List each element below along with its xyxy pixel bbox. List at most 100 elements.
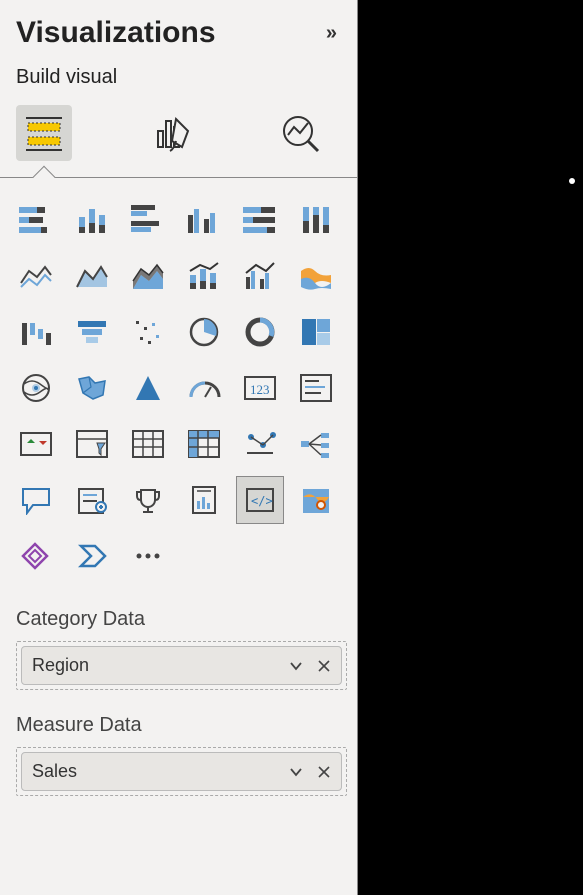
report-canvas-area <box>358 0 583 895</box>
tab-build-visual[interactable] <box>16 105 72 161</box>
stacked-area-icon <box>131 261 165 291</box>
viz-line-chart[interactable] <box>12 252 60 300</box>
category-data-well[interactable]: Region <box>16 641 347 690</box>
viz-donut-chart[interactable] <box>236 308 284 356</box>
build-visual-icon <box>22 111 66 155</box>
viz-stacked-column-chart[interactable] <box>68 196 116 244</box>
viz-paginated-report[interactable] <box>180 476 228 524</box>
azure-map-icon <box>132 372 164 404</box>
goals-icon <box>131 484 165 516</box>
measure-field-name: Sales <box>32 761 77 782</box>
viz-treemap-chart[interactable] <box>292 308 340 356</box>
remove-field-button[interactable] <box>317 659 331 673</box>
viz-line-clustered-column-chart[interactable] <box>236 252 284 300</box>
waterfall-icon <box>20 317 52 347</box>
chevron-down-icon[interactable] <box>289 765 303 779</box>
viz-table[interactable] <box>124 420 172 468</box>
100-stacked-bar-icon <box>243 205 277 235</box>
viz-qa[interactable] <box>12 476 60 524</box>
viz-azure-map[interactable] <box>124 364 172 412</box>
svg-text:</>: </> <box>251 494 273 508</box>
viz-funnel-chart[interactable] <box>68 308 116 356</box>
gauge-icon <box>187 373 221 403</box>
viz-ribbon-chart[interactable] <box>292 252 340 300</box>
viz-filled-map[interactable] <box>68 364 116 412</box>
paginated-report-icon <box>187 485 221 515</box>
viz-clustered-column-chart[interactable] <box>180 196 228 244</box>
clustered-bar-icon <box>131 205 165 235</box>
arcgis-icon <box>299 485 333 515</box>
category-field-name: Region <box>32 655 89 676</box>
visual-type-grid: 123 <box>0 178 357 590</box>
visualizations-panel: Visualizations » Build visual <box>0 0 358 895</box>
viz-kpi[interactable] <box>12 420 60 468</box>
measure-field-chip[interactable]: Sales <box>21 752 342 791</box>
viz-100-stacked-column-chart[interactable] <box>292 196 340 244</box>
viz-multi-row-card[interactable] <box>292 364 340 412</box>
viz-r-script-visual[interactable] <box>236 420 284 468</box>
viz-clustered-bar-chart[interactable] <box>124 196 172 244</box>
ribbon-chart-icon <box>299 261 333 291</box>
format-visual-icon <box>150 111 194 155</box>
panel-title: Visualizations <box>16 16 216 50</box>
chevron-down-icon[interactable] <box>289 659 303 673</box>
viz-card[interactable]: 123 <box>236 364 284 412</box>
r-visual-icon <box>243 429 277 459</box>
tab-analytics[interactable] <box>272 105 328 161</box>
measure-data-well[interactable]: Sales <box>16 747 347 796</box>
card-icon: 123 <box>243 373 277 403</box>
viz-smart-narrative[interactable] <box>68 476 116 524</box>
decomposition-tree-icon <box>299 429 333 459</box>
table-icon <box>131 429 165 459</box>
viz-power-automate[interactable] <box>68 532 116 580</box>
viz-goals[interactable] <box>124 476 172 524</box>
category-field-chip[interactable]: Region <box>21 646 342 685</box>
line-clustered-column-icon <box>244 261 276 291</box>
viz-more-visuals[interactable] <box>124 532 172 580</box>
panel-header: Visualizations » <box>0 0 357 58</box>
viz-pie-chart[interactable] <box>180 308 228 356</box>
100-stacked-column-icon <box>301 205 331 235</box>
map-icon <box>20 372 52 404</box>
analytics-icon <box>278 111 322 155</box>
qa-icon <box>19 485 53 515</box>
svg-text:123: 123 <box>250 382 270 397</box>
power-automate-icon <box>75 540 109 572</box>
viz-slicer[interactable] <box>68 420 116 468</box>
collapse-panel-button[interactable]: » <box>322 18 341 49</box>
viz-line-stacked-column-chart[interactable] <box>180 252 228 300</box>
power-apps-icon <box>19 540 53 572</box>
donut-icon <box>244 316 276 348</box>
measure-data-label: Measure Data <box>16 714 347 737</box>
category-data-section: Category Data Region <box>0 590 357 696</box>
python-visual-icon: </> <box>243 485 277 515</box>
measure-data-section: Measure Data Sales <box>0 696 357 802</box>
line-chart-icon <box>19 261 53 291</box>
matrix-icon <box>187 429 221 459</box>
stacked-bar-icon <box>19 205 53 235</box>
viz-stacked-area-chart[interactable] <box>124 252 172 300</box>
pie-icon <box>188 316 220 348</box>
viz-decomposition-tree[interactable] <box>292 420 340 468</box>
remove-field-button[interactable] <box>317 765 331 779</box>
multi-row-card-icon <box>299 373 333 403</box>
viz-python-visual[interactable]: </> <box>236 476 284 524</box>
viz-100-stacked-bar-chart[interactable] <box>236 196 284 244</box>
viz-area-chart[interactable] <box>68 252 116 300</box>
treemap-icon <box>300 317 332 347</box>
viz-scatter-chart[interactable] <box>124 308 172 356</box>
scatter-icon <box>132 317 164 347</box>
category-data-label: Category Data <box>16 608 347 631</box>
clustered-column-icon <box>188 205 220 235</box>
filled-map-icon <box>75 373 109 403</box>
viz-stacked-bar-chart[interactable] <box>12 196 60 244</box>
viz-gauge[interactable] <box>180 364 228 412</box>
line-stacked-column-icon <box>188 261 220 291</box>
viz-power-apps[interactable] <box>12 532 60 580</box>
viz-map[interactable] <box>12 364 60 412</box>
viz-arcgis-map[interactable] <box>292 476 340 524</box>
viz-waterfall-chart[interactable] <box>12 308 60 356</box>
tab-format-visual[interactable] <box>144 105 200 161</box>
tab-divider <box>0 177 357 178</box>
viz-matrix[interactable] <box>180 420 228 468</box>
